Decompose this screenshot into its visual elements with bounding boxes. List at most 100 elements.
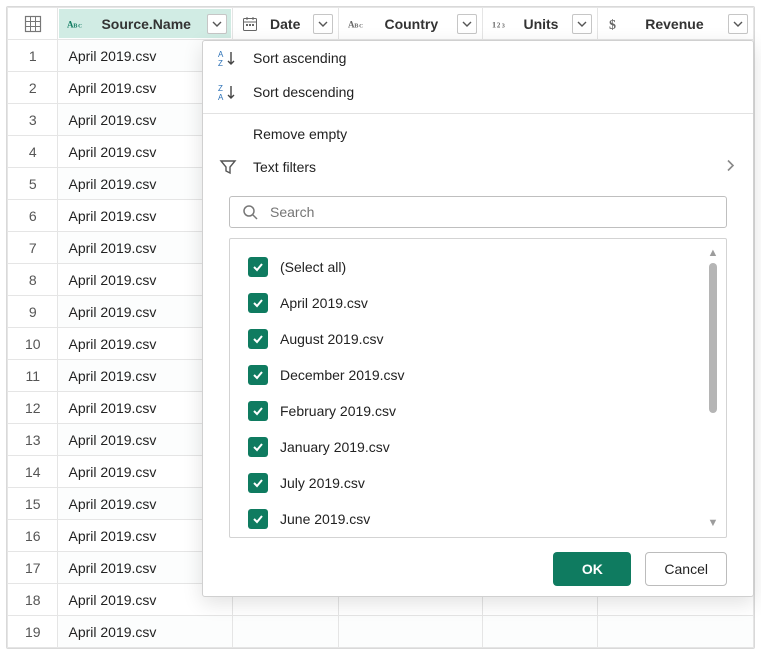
date-type-icon: [242, 16, 258, 32]
sort-desc-icon: ZA: [217, 83, 239, 101]
filter-button[interactable]: [572, 14, 592, 34]
row-number: 17: [8, 552, 58, 584]
filter-button[interactable]: [728, 14, 748, 34]
filter-value-label: August 2019.csv: [280, 331, 384, 347]
search-box[interactable]: [229, 196, 727, 228]
cell[interactable]: [232, 616, 338, 648]
ok-button[interactable]: OK: [553, 552, 631, 586]
text-type-icon: ABC: [67, 17, 85, 31]
row-number: 4: [8, 136, 58, 168]
filter-button[interactable]: [457, 14, 477, 34]
menu-label: Sort descending: [253, 84, 354, 100]
svg-text:1: 1: [492, 20, 496, 29]
table-row[interactable]: 19April 2019.csv: [8, 616, 754, 648]
chevron-down-icon: [733, 19, 743, 29]
svg-text:$: $: [609, 18, 616, 32]
number-type-icon: 123: [492, 17, 510, 31]
filter-value-item[interactable]: December 2019.csv: [248, 357, 704, 393]
column-header-units[interactable]: 123 Units: [483, 8, 598, 40]
chevron-down-icon: [577, 19, 587, 29]
menu-label: Remove empty: [253, 126, 347, 142]
scroll-thumb[interactable]: [709, 263, 717, 413]
check-icon: [251, 260, 265, 274]
row-number: 8: [8, 264, 58, 296]
filter-value-label: April 2019.csv: [280, 295, 368, 311]
checkbox[interactable]: [248, 257, 268, 277]
svg-text:A: A: [218, 50, 224, 59]
row-number: 7: [8, 232, 58, 264]
filter-value-label: July 2019.csv: [280, 475, 365, 491]
column-header-source-name[interactable]: ABC Source.Name: [58, 8, 232, 40]
row-number: 13: [8, 424, 58, 456]
cell[interactable]: [597, 616, 753, 648]
row-number: 18: [8, 584, 58, 616]
filter-value-label: February 2019.csv: [280, 403, 396, 419]
svg-text:C: C: [359, 23, 363, 29]
filter-value-item[interactable]: January 2019.csv: [248, 429, 704, 465]
row-number: 19: [8, 616, 58, 648]
row-number: 3: [8, 104, 58, 136]
filter-icon: [217, 158, 239, 176]
column-header-country[interactable]: ABC Country: [338, 8, 483, 40]
row-number: 9: [8, 296, 58, 328]
chevron-down-icon: [212, 19, 222, 29]
column-header-date[interactable]: Date: [232, 8, 338, 40]
scroll-down-icon[interactable]: ▼: [708, 517, 719, 529]
check-icon: [251, 296, 265, 310]
check-icon: [251, 332, 265, 346]
filter-value-label: January 2019.csv: [280, 439, 390, 455]
filter-value-item[interactable]: July 2019.csv: [248, 465, 704, 501]
svg-text:A: A: [218, 93, 224, 101]
svg-text:Z: Z: [218, 59, 223, 67]
filter-value-label: (Select all): [280, 259, 346, 275]
filter-value-item[interactable]: April 2019.csv: [248, 285, 704, 321]
corner-cell[interactable]: [8, 8, 58, 40]
cell[interactable]: [483, 616, 598, 648]
text-filters[interactable]: Text filters: [203, 150, 753, 184]
sort-descending[interactable]: ZA Sort descending: [203, 75, 753, 109]
chevron-down-icon: [318, 19, 328, 29]
column-label: Country: [371, 16, 453, 32]
row-number: 5: [8, 168, 58, 200]
check-icon: [251, 476, 265, 490]
sort-ascending[interactable]: AZ Sort ascending: [203, 41, 753, 75]
filter-values-list: (Select all) April 2019.csv August 2019.cs…: [229, 238, 727, 538]
remove-empty[interactable]: Remove empty: [203, 113, 753, 150]
column-header-revenue[interactable]: $ Revenue: [597, 8, 753, 40]
checkbox[interactable]: [248, 293, 268, 313]
filter-value-item[interactable]: (Select all): [248, 249, 704, 285]
checkbox[interactable]: [248, 401, 268, 421]
filter-value-item[interactable]: June 2019.csv: [248, 501, 704, 537]
cell[interactable]: [338, 616, 483, 648]
row-number: 2: [8, 72, 58, 104]
svg-text:3: 3: [502, 22, 505, 29]
scrollbar[interactable]: ▲ ▼: [706, 247, 720, 529]
cancel-button[interactable]: Cancel: [645, 552, 727, 586]
text-type-icon: ABC: [348, 17, 366, 31]
svg-text:B: B: [74, 22, 78, 29]
checkbox[interactable]: [248, 365, 268, 385]
filter-button[interactable]: [313, 14, 333, 34]
svg-text:C: C: [79, 23, 83, 29]
checkbox[interactable]: [248, 509, 268, 529]
search-input[interactable]: [268, 203, 714, 221]
check-icon: [251, 404, 265, 418]
currency-type-icon: $: [607, 16, 621, 32]
filter-value-item[interactable]: February 2019.csv: [248, 393, 704, 429]
row-number: 10: [8, 328, 58, 360]
cell-source-name[interactable]: April 2019.csv: [58, 616, 232, 648]
checkbox[interactable]: [248, 473, 268, 493]
checkbox[interactable]: [248, 437, 268, 457]
menu-label: Sort ascending: [253, 50, 346, 66]
table-icon: [24, 15, 42, 33]
filter-button[interactable]: [207, 14, 227, 34]
scroll-up-icon[interactable]: ▲: [708, 247, 719, 259]
check-icon: [251, 368, 265, 382]
chevron-right-icon: [725, 159, 735, 176]
checkbox[interactable]: [248, 329, 268, 349]
filter-value-item[interactable]: August 2019.csv: [248, 321, 704, 357]
check-icon: [251, 512, 265, 526]
check-icon: [251, 440, 265, 454]
row-number: 11: [8, 360, 58, 392]
svg-text:B: B: [354, 22, 358, 29]
